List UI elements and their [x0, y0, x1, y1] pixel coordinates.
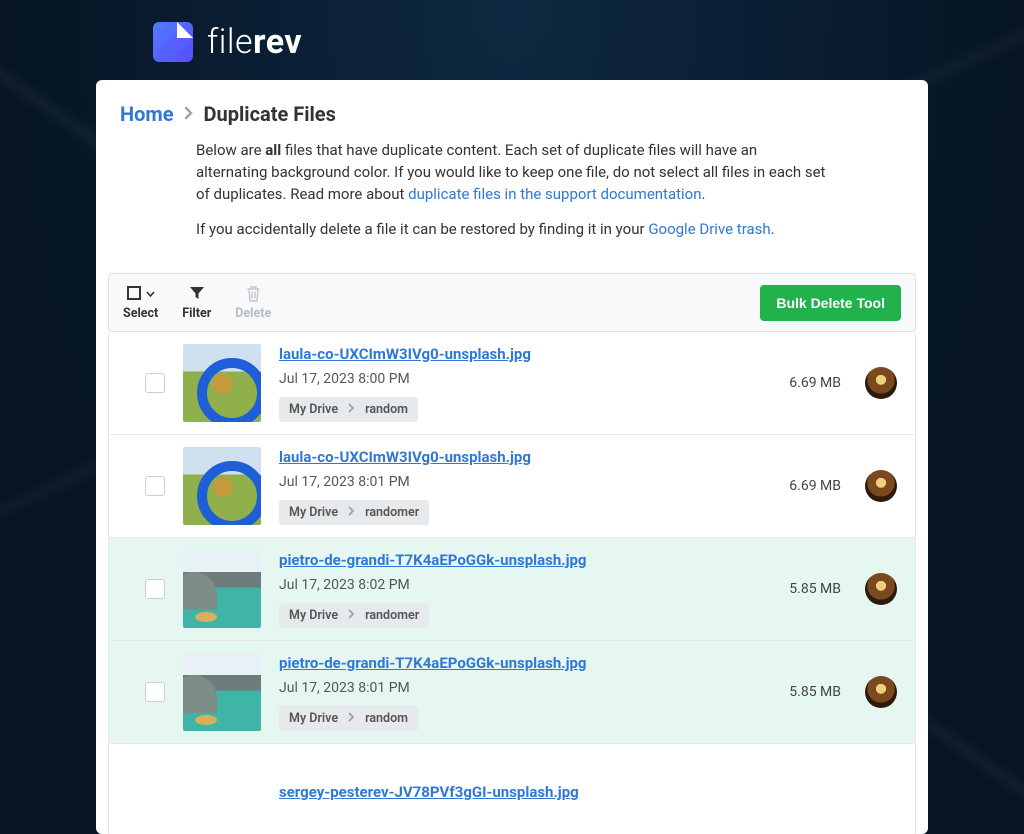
chevron-right-icon	[184, 105, 194, 124]
file-info: laula-co-UXCImW3IVg0-unsplash.jpg Jul 17…	[279, 344, 771, 422]
select-tool[interactable]: Select	[123, 284, 158, 321]
breadcrumb: Home Duplicate Files	[96, 102, 928, 140]
chevron-right-icon	[348, 402, 355, 417]
file-date: Jul 17, 2023 8:01 PM	[279, 680, 771, 696]
intro-bold: all	[265, 141, 281, 159]
file-row: pietro-de-grandi-T7K4aEPoGGk-unsplash.jp…	[109, 641, 915, 744]
file-size: 6.69 MB	[789, 478, 841, 494]
file-checkbox[interactable]	[145, 373, 165, 393]
file-name-link[interactable]: pietro-de-grandi-T7K4aEPoGGk-unsplash.jp…	[279, 551, 587, 569]
owner-avatar[interactable]	[865, 367, 897, 399]
file-row: laula-co-UXCImW3IVg0-unsplash.jpg Jul 17…	[109, 332, 915, 435]
file-path-chip[interactable]: My Drive randomer	[279, 603, 429, 628]
select-label: Select	[123, 306, 158, 321]
file-path-chip[interactable]: My Drive random	[279, 706, 418, 731]
file-info: pietro-de-grandi-T7K4aEPoGGk-unsplash.jp…	[279, 550, 771, 628]
file-date: Jul 17, 2023 8:01 PM	[279, 474, 771, 490]
file-name-link[interactable]: laula-co-UXCImW3IVg0-unsplash.jpg	[279, 345, 531, 363]
owner-avatar[interactable]	[865, 470, 897, 502]
file-date: Jul 17, 2023 8:02 PM	[279, 577, 771, 593]
file-path-chip[interactable]: My Drive random	[279, 397, 418, 422]
file-row: laula-co-UXCImW3IVg0-unsplash.jpg Jul 17…	[109, 435, 915, 538]
file-checkbox[interactable]	[145, 682, 165, 702]
logo-text: filerev	[207, 22, 302, 62]
select-icon	[127, 284, 155, 302]
owner-avatar[interactable]	[865, 676, 897, 708]
file-info: laula-co-UXCImW3IVg0-unsplash.jpg Jul 17…	[279, 447, 771, 525]
file-thumbnail[interactable]	[183, 344, 261, 422]
toolbar: Select Filter Delete Bulk Delete Tool	[108, 273, 916, 332]
file-info: sergey-pesterev-JV78PVf3gGI-unsplash.jpg	[279, 782, 897, 809]
logo-text-light: file	[207, 22, 253, 62]
file-info: pietro-de-grandi-T7K4aEPoGGk-unsplash.jp…	[279, 653, 771, 731]
breadcrumb-home[interactable]: Home	[120, 102, 174, 126]
file-checkbox[interactable]	[145, 579, 165, 599]
file-size: 5.85 MB	[789, 684, 841, 700]
bulk-delete-button[interactable]: Bulk Delete Tool	[760, 285, 901, 321]
path-folder: randomer	[365, 608, 419, 623]
file-thumbnail[interactable]	[183, 447, 261, 525]
trash-icon	[246, 284, 261, 302]
owner-avatar[interactable]	[865, 573, 897, 605]
file-checkbox[interactable]	[145, 476, 165, 496]
logo-text-bold: rev	[253, 22, 302, 62]
google-trash-link[interactable]: Google Drive trash	[648, 220, 770, 238]
path-root: My Drive	[289, 608, 338, 623]
chevron-right-icon	[348, 505, 355, 520]
file-size: 6.69 MB	[789, 375, 841, 391]
file-name-link[interactable]: laula-co-UXCImW3IVg0-unsplash.jpg	[279, 448, 531, 466]
file-name-link[interactable]: sergey-pesterev-JV78PVf3gGI-unsplash.jpg	[279, 783, 579, 801]
file-row: pietro-de-grandi-T7K4aEPoGGk-unsplash.jp…	[109, 538, 915, 641]
path-folder: randomer	[365, 505, 419, 520]
delete-tool: Delete	[235, 284, 271, 321]
path-root: My Drive	[289, 505, 338, 520]
path-folder: random	[365, 402, 408, 417]
breadcrumb-current: Duplicate Files	[204, 102, 336, 126]
file-path-chip[interactable]: My Drive randomer	[279, 500, 429, 525]
support-docs-link[interactable]: duplicate files in the support documenta…	[408, 185, 701, 203]
main-panel: Home Duplicate Files Below are all files…	[96, 80, 928, 834]
delete-label: Delete	[235, 306, 271, 321]
file-date: Jul 17, 2023 8:00 PM	[279, 371, 771, 387]
intro-text: Below are all files that have duplicate …	[96, 140, 928, 273]
filter-label: Filter	[182, 306, 211, 321]
filter-icon	[189, 284, 205, 302]
intro-seg: .	[771, 220, 775, 238]
path-root: My Drive	[289, 711, 338, 726]
file-size: 5.85 MB	[789, 581, 841, 597]
intro-seg: If you accidentally delete a file it can…	[196, 220, 648, 238]
file-thumbnail[interactable]	[183, 653, 261, 731]
file-list: laula-co-UXCImW3IVg0-unsplash.jpg Jul 17…	[108, 332, 916, 834]
file-thumbnail[interactable]	[183, 550, 261, 628]
file-name-link[interactable]: pietro-de-grandi-T7K4aEPoGGk-unsplash.jp…	[279, 654, 587, 672]
chevron-right-icon	[348, 711, 355, 726]
path-folder: random	[365, 711, 408, 726]
path-root: My Drive	[289, 402, 338, 417]
intro-seg: .	[702, 185, 706, 203]
chevron-right-icon	[348, 608, 355, 623]
app-header: filerev	[0, 0, 1024, 80]
logo-icon	[153, 22, 193, 62]
intro-seg: Below are	[196, 141, 265, 159]
file-row: sergey-pesterev-JV78PVf3gGI-unsplash.jpg	[109, 744, 915, 834]
filter-tool[interactable]: Filter	[182, 284, 211, 321]
